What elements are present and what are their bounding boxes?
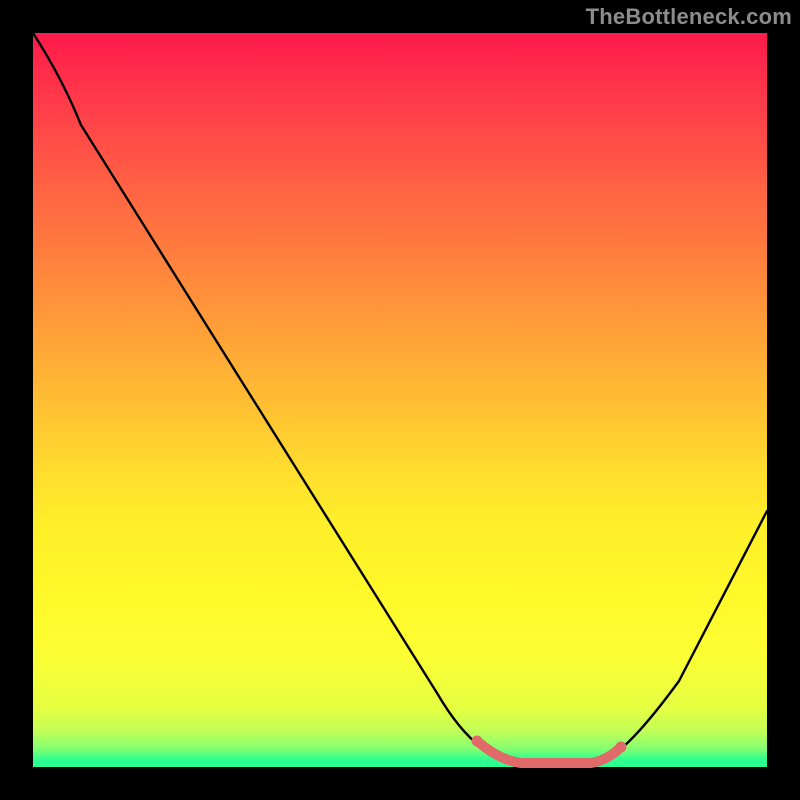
watermark-text: TheBottleneck.com: [586, 4, 792, 30]
marker-dot-right: [616, 742, 627, 753]
main-curve: [33, 33, 767, 763]
line-layer: [33, 33, 767, 767]
bottom-marker: [477, 741, 621, 763]
plot-area: [33, 33, 767, 767]
marker-dot-left: [472, 736, 483, 747]
chart-frame: TheBottleneck.com: [0, 0, 800, 800]
